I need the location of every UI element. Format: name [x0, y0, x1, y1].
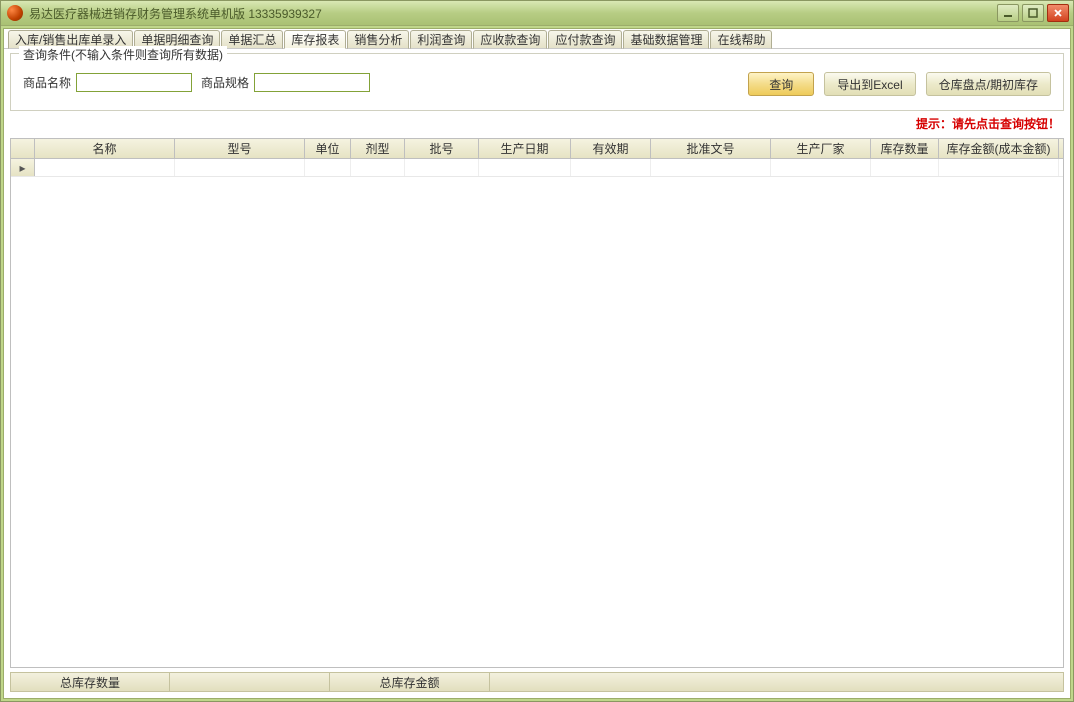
grid-body: ▸ [11, 159, 1063, 667]
column-header-0[interactable]: 名称 [35, 139, 175, 158]
tab-3[interactable]: 库存报表 [284, 30, 346, 49]
product-name-label: 商品名称 [23, 74, 71, 91]
column-header-8[interactable]: 生产厂家 [771, 139, 871, 158]
cell [771, 159, 871, 176]
tab-7[interactable]: 应付款查询 [548, 30, 622, 49]
tab-6[interactable]: 应收款查询 [473, 30, 547, 49]
cell [35, 159, 175, 176]
minimize-icon [1003, 8, 1013, 18]
maximize-button[interactable] [1022, 4, 1044, 22]
stock-check-button[interactable]: 仓库盘点/期初库存 [926, 72, 1051, 96]
product-name-input[interactable] [75, 72, 193, 93]
cell [871, 159, 939, 176]
grid-header: 名称型号单位剂型批号生产日期有效期批准文号生产厂家库存数量库存金额(成本金额) [11, 139, 1063, 159]
footer-bar: 总库存数量 总库存金额 [10, 672, 1064, 692]
app-window: 易达医疗器械进销存财务管理系统单机版 13335939327 入库/销售出库单录… [0, 0, 1074, 702]
row-indicator: ▸ [11, 159, 35, 176]
footer-qty-value [170, 672, 330, 692]
window-title: 易达医疗器械进销存财务管理系统单机版 13335939327 [29, 5, 997, 22]
row-indicator-header [11, 139, 35, 158]
product-spec-label: 商品规格 [201, 74, 249, 91]
client-area: 入库/销售出库单录入单据明细查询单据汇总库存报表销售分析利润查询应收款查询应付款… [3, 28, 1071, 699]
grid-row[interactable]: ▸ [11, 159, 1063, 177]
tab-2[interactable]: 单据汇总 [221, 30, 283, 49]
cell [571, 159, 651, 176]
filter-row: 商品名称 商品规格 查询 导出到Excel 仓库盘点/期初库存 [19, 62, 1055, 102]
product-spec-input[interactable] [253, 72, 371, 93]
column-header-2[interactable]: 单位 [305, 139, 351, 158]
filter-fieldset: 查询条件(不输入条件则查询所有数据) 商品名称 商品规格 查询 导出到Excel… [10, 53, 1064, 111]
tab-9[interactable]: 在线帮助 [710, 30, 772, 49]
app-icon [7, 5, 23, 21]
titlebar: 易达医疗器械进销存财务管理系统单机版 13335939327 [1, 1, 1073, 26]
button-row: 查询 导出到Excel 仓库盘点/期初库存 [748, 72, 1051, 96]
column-header-3[interactable]: 剂型 [351, 139, 405, 158]
cell [479, 159, 571, 176]
tab-5[interactable]: 利润查询 [410, 30, 472, 49]
cell [351, 159, 405, 176]
column-header-10[interactable]: 库存金额(成本金额) [939, 139, 1059, 158]
maximize-icon [1028, 8, 1038, 18]
close-button[interactable] [1047, 4, 1069, 22]
footer-qty-label: 总库存数量 [10, 672, 170, 692]
cell [405, 159, 479, 176]
query-button[interactable]: 查询 [748, 72, 814, 96]
cell [651, 159, 771, 176]
tab-8[interactable]: 基础数据管理 [623, 30, 709, 49]
column-header-6[interactable]: 有效期 [571, 139, 651, 158]
column-header-4[interactable]: 批号 [405, 139, 479, 158]
column-header-5[interactable]: 生产日期 [479, 139, 571, 158]
filter-legend: 查询条件(不输入条件则查询所有数据) [19, 46, 227, 63]
window-buttons [997, 4, 1069, 22]
data-grid[interactable]: 名称型号单位剂型批号生产日期有效期批准文号生产厂家库存数量库存金额(成本金额) … [10, 138, 1064, 668]
tab-4[interactable]: 销售分析 [347, 30, 409, 49]
hint-text: 提示：请先点击查询按钮！ [4, 115, 1060, 132]
cell [175, 159, 305, 176]
close-icon [1053, 8, 1063, 18]
action-area: 查询 导出到Excel 仓库盘点/期初库存 [748, 68, 1051, 96]
minimize-button[interactable] [997, 4, 1019, 22]
cell [939, 159, 1059, 176]
export-excel-button[interactable]: 导出到Excel [824, 72, 915, 96]
cell [305, 159, 351, 176]
footer-amt-value [490, 672, 1064, 692]
footer-amt-label: 总库存金额 [330, 672, 490, 692]
column-header-9[interactable]: 库存数量 [871, 139, 939, 158]
column-header-1[interactable]: 型号 [175, 139, 305, 158]
column-header-7[interactable]: 批准文号 [651, 139, 771, 158]
